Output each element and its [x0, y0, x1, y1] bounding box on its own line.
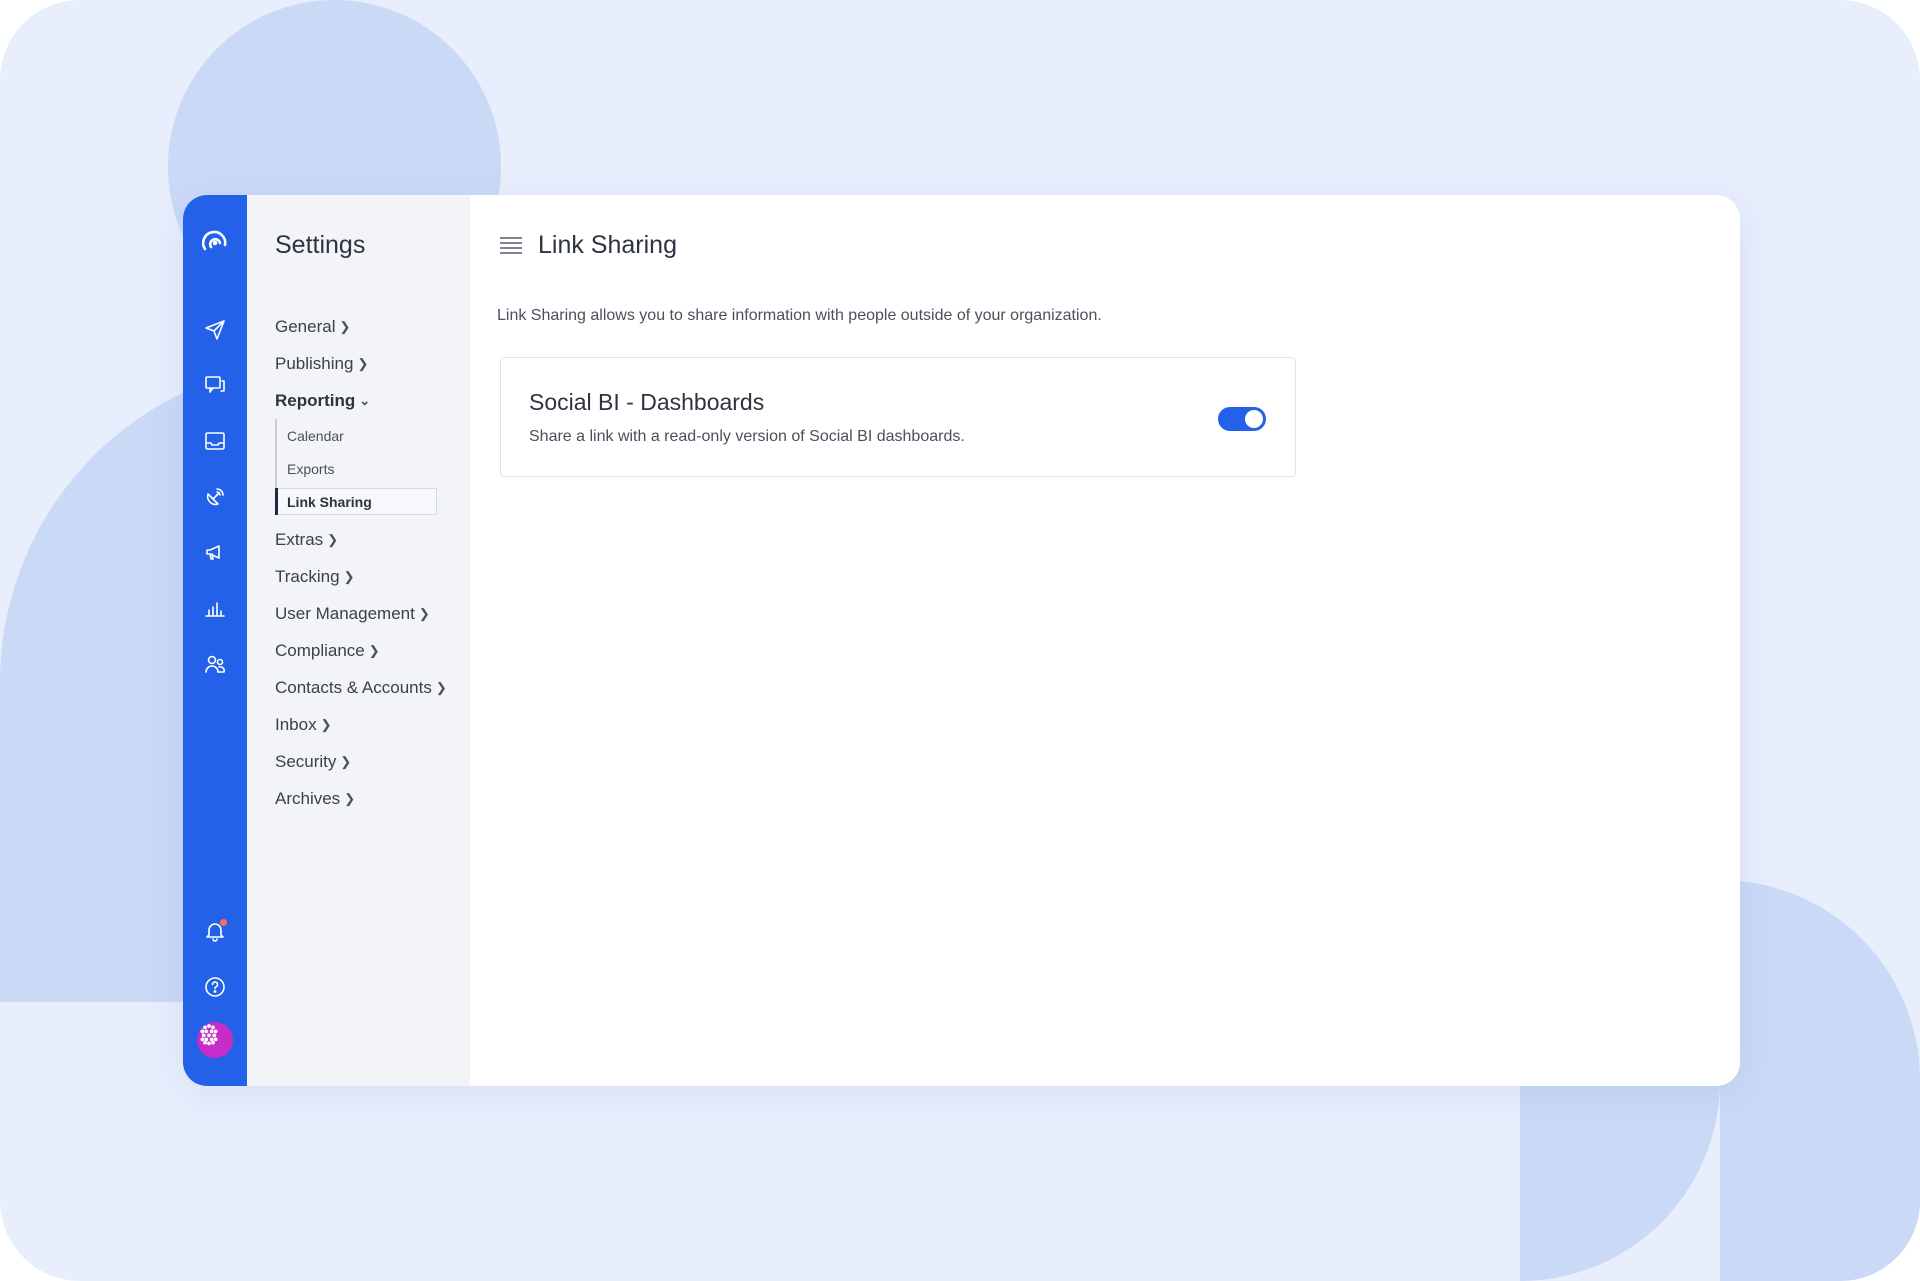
sidebar-subitem-exports[interactable]: Exports: [277, 452, 465, 485]
chevron-right-icon: ❯: [418, 605, 430, 621]
chevron-right-icon: ❯: [343, 568, 355, 584]
sidebar-item-general[interactable]: General ❯: [275, 308, 465, 345]
help-icon[interactable]: [199, 971, 231, 1003]
sidebar-subitem-link-sharing[interactable]: Link Sharing: [275, 488, 437, 515]
page-header: Link Sharing: [500, 231, 677, 260]
chevron-right-icon: ❯: [327, 531, 339, 547]
reporting-submenu: Calendar Exports Link Sharing: [275, 419, 465, 515]
toggle-knob: [1245, 410, 1263, 428]
sidebar-item-user-management[interactable]: User Management ❯: [275, 595, 465, 632]
sidebar-item-tracking[interactable]: Tracking ❯: [275, 558, 465, 595]
decor-quarter-circle: [1720, 880, 1920, 1281]
link-sharing-toggle[interactable]: [1218, 407, 1266, 431]
page-title: Link Sharing: [538, 231, 677, 259]
menu-icon[interactable]: [500, 236, 522, 255]
chevron-right-icon: ❯: [435, 679, 447, 695]
notification-dot: [220, 919, 227, 926]
sidebar-subitem-calendar[interactable]: Calendar: [277, 419, 465, 452]
chevron-right-icon: ❯: [344, 790, 356, 806]
inbox-icon[interactable]: [199, 425, 231, 457]
sidebar-item-security[interactable]: Security ❯: [275, 743, 465, 780]
megaphone-icon[interactable]: [199, 536, 231, 568]
sidebar-item-reporting[interactable]: Reporting ⌄: [275, 382, 465, 419]
sidebar-item-archives[interactable]: Archives ❯: [275, 780, 465, 817]
background-stage: Settings General ❯ Publishing ❯ Reporting ⌄…: [0, 0, 1920, 1281]
listening-icon[interactable]: [199, 481, 231, 513]
icon-rail: [183, 195, 247, 1086]
sidebar-item-contacts-accounts[interactable]: Contacts & Accounts ❯: [275, 669, 465, 706]
avatar[interactable]: [197, 1022, 233, 1058]
main-content: Link Sharing Link Sharing allows you to …: [470, 195, 1740, 1086]
chevron-right-icon: ❯: [340, 753, 352, 769]
sidebar-item-compliance[interactable]: Compliance ❯: [275, 632, 465, 669]
chevron-down-icon: ⌄: [359, 392, 371, 408]
sidebar-item-inbox[interactable]: Inbox ❯: [275, 706, 465, 743]
sidebar-item-publishing[interactable]: Publishing ❯: [275, 345, 465, 382]
chevron-right-icon: ❯: [357, 355, 369, 371]
chevron-right-icon: ❯: [320, 716, 332, 732]
logo-icon[interactable]: [199, 227, 231, 259]
reports-icon[interactable]: [199, 592, 231, 624]
settings-card: Social BI - Dashboards Share a link with…: [500, 357, 1296, 477]
people-icon[interactable]: [199, 648, 231, 680]
app-window: Settings General ❯ Publishing ❯ Reporting ⌄…: [183, 195, 1740, 1086]
settings-nav: General ❯ Publishing ❯ Reporting ⌄ Calendar…: [275, 308, 465, 817]
sidebar-title: Settings: [275, 231, 366, 259]
sidebar-item-extras[interactable]: Extras ❯: [275, 521, 465, 558]
send-icon[interactable]: [199, 314, 231, 346]
card-subtitle: Share a link with a read-only version of…: [529, 428, 965, 445]
card-title: Social BI - Dashboards: [529, 389, 765, 415]
messages-icon[interactable]: [199, 369, 231, 401]
settings-sidebar: Settings General ❯ Publishing ❯ Reporting ⌄…: [247, 195, 470, 1086]
chevron-right-icon: ❯: [339, 318, 351, 334]
bell-icon[interactable]: [199, 915, 231, 947]
page-description: Link Sharing allows you to share informa…: [497, 307, 1102, 324]
chevron-right-icon: ❯: [368, 642, 380, 658]
